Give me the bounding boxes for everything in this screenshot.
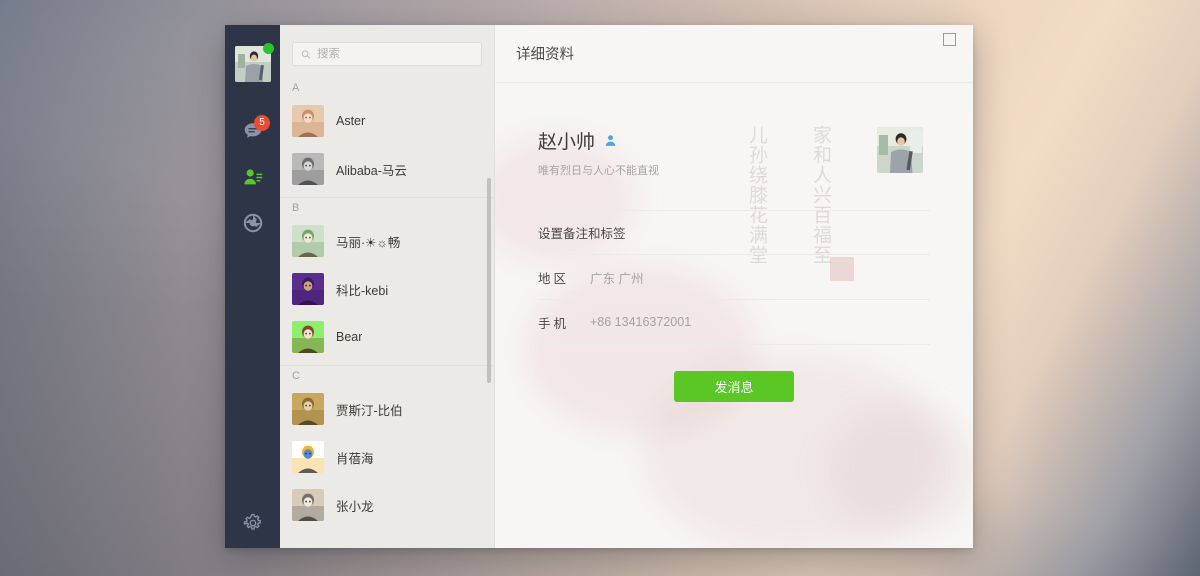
camera-aperture-icon — [243, 213, 262, 233]
profile-header: 赵小帅 唯有烈日与人心不能直视 — [522, 83, 946, 178]
avatar-zhaoxiaoshuai — [877, 127, 923, 173]
nav-item-contacts[interactable] — [225, 154, 280, 200]
my-avatar-button[interactable] — [234, 43, 274, 82]
contact-scrollbar-thumb[interactable] — [487, 178, 491, 383]
contact-name: 科比-kebi — [336, 283, 389, 298]
profile-avatar[interactable] — [877, 127, 923, 173]
avatar-aster — [292, 105, 324, 137]
nav-icon-list: 5 — [225, 108, 280, 246]
contact-group-letter: A — [292, 82, 300, 94]
profile-identity: 赵小帅 唯有烈日与人心不能直视 — [538, 127, 659, 178]
detail-titlebar: 详细资料 — [495, 25, 973, 83]
search-icon — [301, 49, 311, 59]
wechat-window: 5 搜索 A Aster Alibaba-马云 B 马丽·☀☼畅 科比-kebi… — [225, 25, 973, 548]
contact-groups: A Aster Alibaba-马云 B 马丽·☀☼畅 科比-kebi Bear… — [280, 78, 494, 529]
profile-info-row[interactable]: 设置备注和标签 — [538, 210, 930, 255]
profile-signature: 唯有烈日与人心不能直视 — [538, 165, 659, 177]
avatar-mali — [292, 225, 324, 257]
contact-name: Aster — [336, 114, 366, 128]
profile-info-row[interactable]: 地区 广东 广州 — [538, 255, 930, 300]
nav-item-chats[interactable]: 5 — [225, 108, 280, 154]
avatar-xiaobeihai — [292, 441, 324, 473]
avatar-kebi — [292, 273, 324, 305]
avatar-mayun — [292, 153, 324, 185]
chats-unread-badge: 5 — [254, 115, 270, 131]
contact-list-item[interactable]: Aster — [280, 97, 494, 145]
maximize-square-icon[interactable] — [943, 33, 956, 46]
nav-item-settings[interactable] — [225, 512, 280, 534]
search-area — [280, 25, 494, 78]
detail-body: 赵小帅 唯有烈日与人心不能直视 设置备注和标签 地区 广东 广州 手机 +86 … — [495, 83, 973, 402]
contact-name: Alibaba-马云 — [336, 163, 407, 178]
contact-list-item[interactable]: 贾斯汀-比伯 — [280, 385, 494, 433]
contact-avatar — [292, 441, 324, 473]
desktop-background: 5 搜索 A Aster Alibaba-马云 B 马丽·☀☼畅 科比-kebi… — [0, 0, 1200, 576]
contact-list-item[interactable]: Alibaba-马云 — [280, 145, 494, 193]
male-gender-icon — [605, 135, 616, 146]
info-row-value: 广东 广州 — [590, 271, 644, 286]
gear-icon — [243, 513, 261, 530]
profile-info-rows: 设置备注和标签 地区 广东 广州 手机 +86 13416372001 — [522, 210, 946, 345]
contact-group-letter: C — [292, 370, 301, 382]
send-message-area: 发消息 — [522, 371, 946, 402]
contact-name: 马丽·☀☼畅 — [336, 235, 401, 250]
contact-name: Bear — [336, 330, 363, 344]
contact-list-item[interactable]: 肖蓓海 — [280, 433, 494, 481]
nav-rail: 5 — [225, 25, 280, 548]
nav-item-moments[interactable] — [225, 200, 280, 246]
contact-avatar — [292, 489, 324, 521]
contact-avatar — [292, 225, 324, 257]
contact-group-letter: B — [292, 202, 300, 214]
contact-list-item[interactable]: 张小龙 — [280, 481, 494, 529]
avatar-bear — [292, 321, 324, 353]
avatar-zhangxiaolong — [292, 489, 324, 521]
contact-avatar — [292, 153, 324, 185]
contact-list-item[interactable]: 科比-kebi — [280, 265, 494, 313]
contact-list-column: A Aster Alibaba-马云 B 马丽·☀☼畅 — [280, 25, 495, 548]
search-box[interactable] — [292, 42, 482, 66]
contact-scroll-area: A Aster Alibaba-马云 B 马丽·☀☼畅 科比-kebi Bear… — [280, 78, 494, 548]
contacts-person-icon — [243, 169, 262, 185]
contact-avatar — [292, 273, 324, 305]
page-title: 详细资料 — [516, 47, 574, 63]
contact-avatar — [292, 393, 324, 425]
avatar-justin — [292, 393, 324, 425]
contact-name: 肖蓓海 — [336, 451, 374, 466]
profile-name: 赵小帅 — [538, 132, 596, 153]
contact-scrollbar-track[interactable] — [487, 133, 491, 548]
info-row-label: 手机 — [538, 316, 570, 331]
profile-info-row[interactable]: 手机 +86 13416372001 — [538, 300, 930, 345]
search-input[interactable] — [316, 48, 473, 60]
contact-list-item[interactable]: Bear — [280, 313, 494, 361]
contact-avatar — [292, 105, 324, 137]
info-row-label: 地区 — [538, 271, 570, 286]
contact-name: 贾斯汀-比伯 — [336, 403, 403, 418]
info-row-value: +86 13416372001 — [590, 315, 692, 329]
detail-panel: 家和人兴百福至 儿孙绕膝花满堂 详细资料 赵小帅 唯有烈日与人心不能直视 设置备… — [495, 25, 973, 548]
send-message-button[interactable]: 发消息 — [674, 371, 794, 402]
profile-name-row: 赵小帅 — [538, 127, 659, 154]
contact-avatar — [292, 321, 324, 353]
contact-name: 张小龙 — [336, 499, 374, 514]
info-row-label: 设置备注和标签 — [538, 227, 626, 241]
online-green-dot — [262, 43, 274, 54]
contact-list-item[interactable]: 马丽·☀☼畅 — [280, 217, 494, 265]
